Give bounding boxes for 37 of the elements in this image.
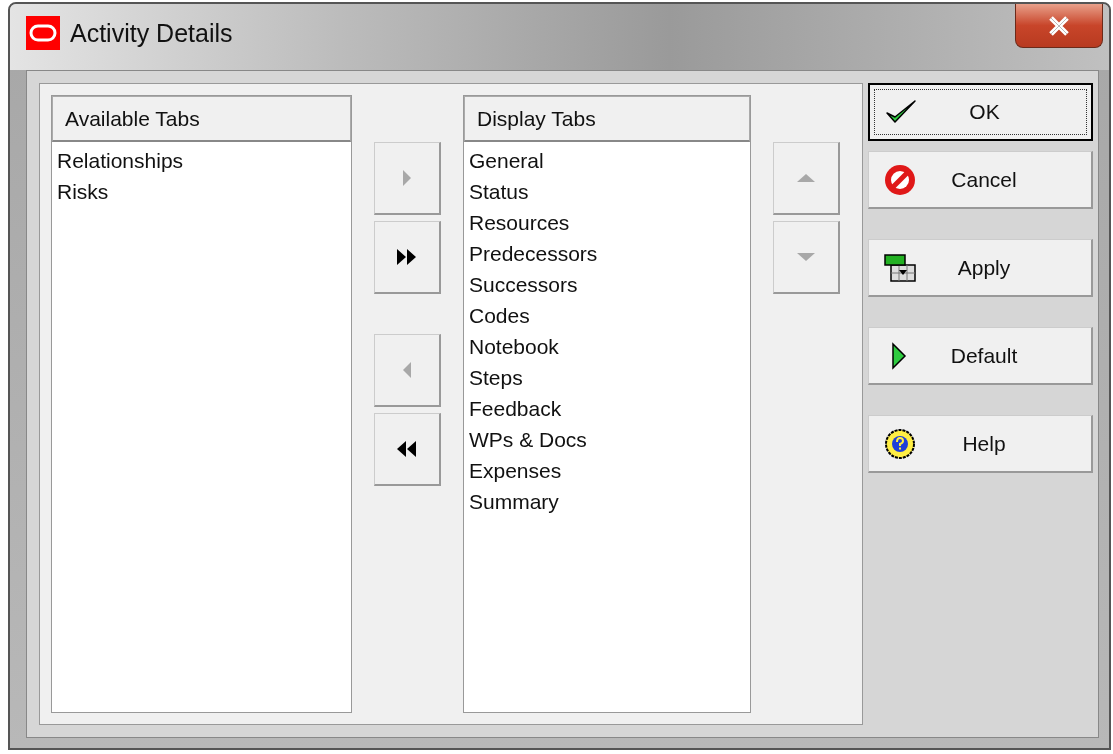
- double-right-triangle-icon: [396, 248, 418, 266]
- logo-icon: [26, 16, 60, 50]
- list-item[interactable]: Predecessors: [463, 238, 750, 269]
- list-item[interactable]: General: [463, 145, 750, 176]
- close-icon: [1048, 15, 1070, 36]
- list-item[interactable]: Feedback: [463, 393, 750, 424]
- left-triangle-icon: [401, 361, 412, 379]
- list-item[interactable]: Expenses: [463, 455, 750, 486]
- list-item[interactable]: Risks: [52, 176, 351, 207]
- column-header: Display Tabs: [463, 96, 750, 142]
- list-item[interactable]: Relationships: [52, 145, 351, 176]
- prohibited-icon: [883, 162, 917, 197]
- double-left-triangle-icon: [396, 440, 418, 458]
- list-item[interactable]: Summary: [463, 486, 750, 517]
- list-item[interactable]: Status: [463, 176, 750, 207]
- down-triangle-icon: [795, 252, 816, 262]
- close-button[interactable]: [1015, 4, 1103, 48]
- table-icon: [883, 252, 917, 283]
- double-arrow-button[interactable]: [373, 413, 441, 486]
- list-item[interactable]: WPs & Docs: [463, 424, 750, 455]
- up-triangle-icon: [795, 173, 816, 183]
- default-button[interactable]: Default: [868, 327, 1093, 385]
- list-item[interactable]: Codes: [463, 300, 750, 331]
- checkmark-icon: [884, 98, 918, 126]
- list-item[interactable]: Successors: [463, 269, 750, 300]
- help-button[interactable]: Help: [868, 415, 1093, 473]
- list-item[interactable]: Notebook: [463, 331, 750, 362]
- ok-button[interactable]: OK: [868, 83, 1093, 141]
- double-arrow-button[interactable]: [373, 221, 441, 294]
- window-title: Activity Details: [70, 18, 233, 48]
- right-triangle-icon: [401, 169, 412, 187]
- list-item[interactable]: Steps: [463, 362, 750, 393]
- column-header: Available Tabs: [52, 96, 351, 142]
- help-icon: [883, 426, 917, 461]
- cancel-button[interactable]: Cancel: [868, 151, 1093, 209]
- apply-button[interactable]: Apply: [868, 239, 1093, 297]
- list-item[interactable]: Resources: [463, 207, 750, 238]
